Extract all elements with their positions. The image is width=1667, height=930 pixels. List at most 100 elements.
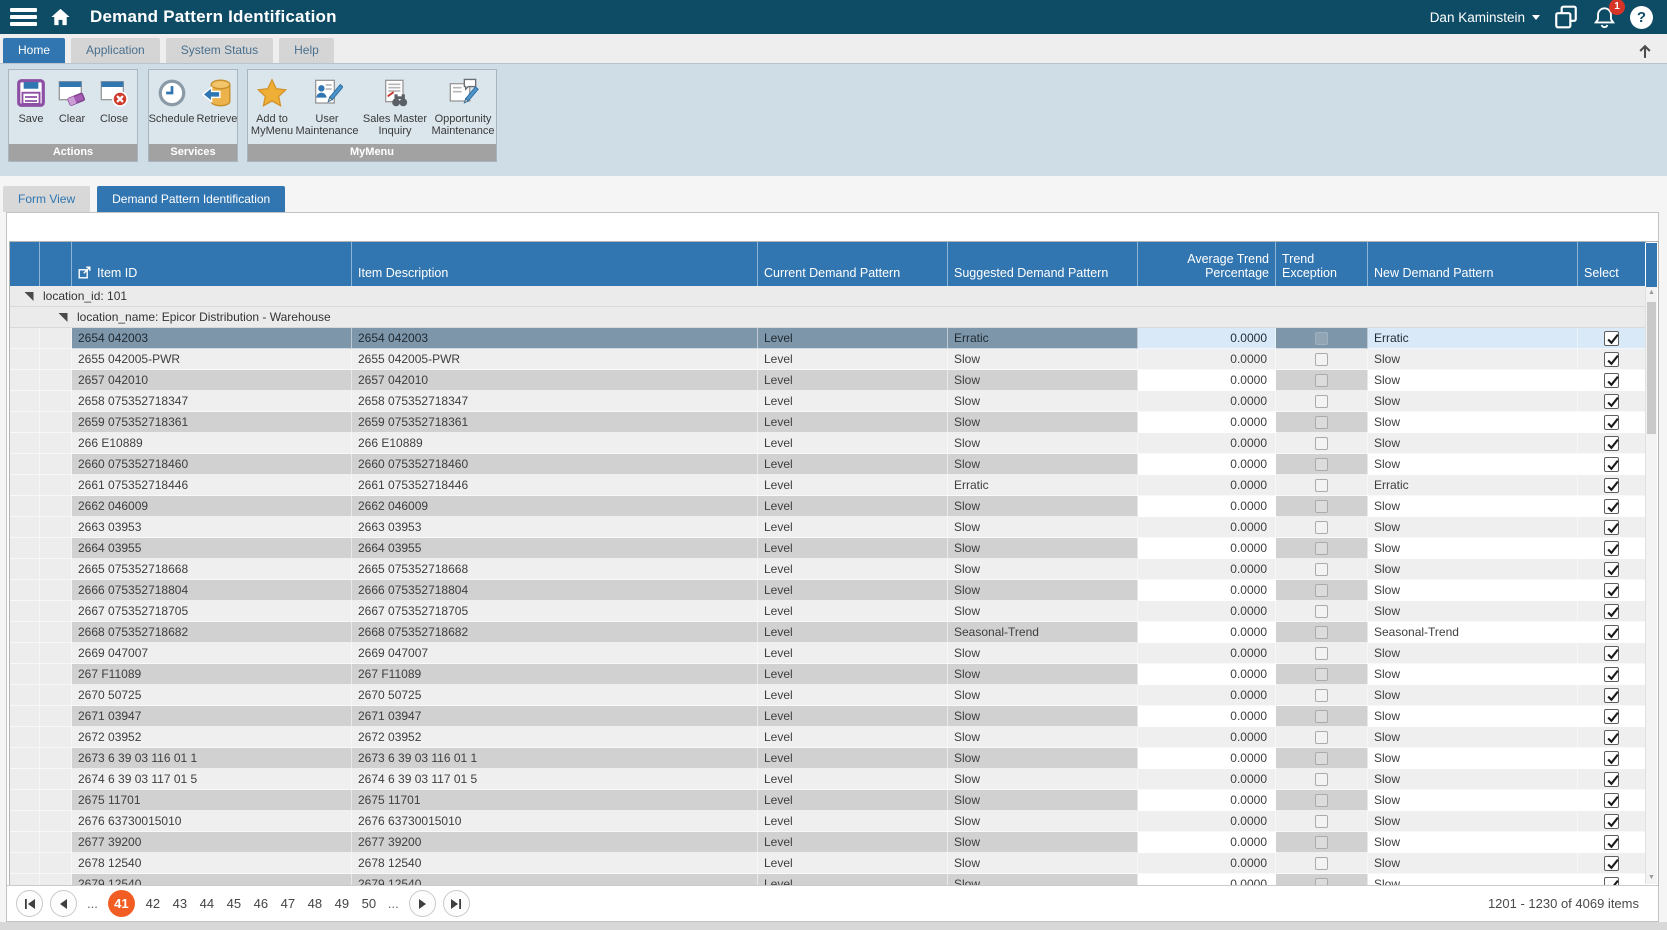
select-checkbox[interactable] (1604, 667, 1619, 682)
cell-new-demand-pattern[interactable]: Slow (1368, 832, 1578, 853)
cell-current-demand-pattern[interactable]: Level (758, 769, 948, 790)
cell-item-id[interactable]: 2670 50725 (72, 685, 352, 706)
cell-average-trend-percentage[interactable]: 0.0000 (1138, 727, 1276, 748)
cell-suggested-demand-pattern[interactable]: Slow (948, 517, 1138, 538)
grid-row[interactable]: 2655 042005-PWR 2655 042005-PWR Level Sl… (10, 349, 1646, 370)
cell-new-demand-pattern[interactable]: Slow (1368, 412, 1578, 433)
grid-row[interactable]: 2678 12540 2678 12540 Level Slow 0.0000 … (10, 853, 1646, 874)
select-checkbox[interactable] (1604, 751, 1619, 766)
grid-row[interactable]: 2666 075352718804 2666 075352718804 Leve… (10, 580, 1646, 601)
cell-item-description[interactable]: 2662 046009 (352, 496, 758, 517)
grid-row[interactable]: 2661 075352718446 2661 075352718446 Leve… (10, 475, 1646, 496)
cell-average-trend-percentage[interactable]: 0.0000 (1138, 391, 1276, 412)
cell-average-trend-percentage[interactable]: 0.0000 (1138, 328, 1276, 349)
cell-item-id[interactable]: 2657 042010 (72, 370, 352, 391)
cell-current-demand-pattern[interactable]: Level (758, 811, 948, 832)
cell-item-description[interactable]: 267 F11089 (352, 664, 758, 685)
grid-row[interactable]: 2669 047007 2669 047007 Level Slow 0.000… (10, 643, 1646, 664)
cell-item-description[interactable]: 2677 39200 (352, 832, 758, 853)
cell-suggested-demand-pattern[interactable]: Slow (948, 643, 1138, 664)
cell-average-trend-percentage[interactable]: 0.0000 (1138, 370, 1276, 391)
col-average-trend-percentage[interactable]: Average Trend Percentage (1138, 242, 1276, 286)
select-checkbox[interactable] (1604, 436, 1619, 451)
grid-row[interactable]: 266 E10889 266 E10889 Level Slow 0.0000 … (10, 433, 1646, 454)
grid-row[interactable]: 2677 39200 2677 39200 Level Slow 0.0000 … (10, 832, 1646, 853)
cell-new-demand-pattern[interactable]: Slow (1368, 559, 1578, 580)
cell-item-description[interactable]: 2658 075352718347 (352, 391, 758, 412)
cell-average-trend-percentage[interactable]: 0.0000 (1138, 475, 1276, 496)
user-menu[interactable]: Dan Kaminstein (1430, 10, 1540, 25)
cell-average-trend-percentage[interactable]: 0.0000 (1138, 538, 1276, 559)
cell-average-trend-percentage[interactable]: 0.0000 (1138, 580, 1276, 601)
cell-new-demand-pattern[interactable]: Slow (1368, 538, 1578, 559)
cell-suggested-demand-pattern[interactable]: Slow (948, 706, 1138, 727)
select-checkbox[interactable] (1604, 415, 1619, 430)
cell-current-demand-pattern[interactable]: Level (758, 517, 948, 538)
retrieve-button[interactable]: Retrieve (195, 73, 238, 125)
cell-suggested-demand-pattern[interactable]: Slow (948, 370, 1138, 391)
pager-page[interactable]: 43 (171, 890, 189, 917)
trend-exception-checkbox[interactable] (1315, 332, 1328, 345)
cell-current-demand-pattern[interactable]: Level (758, 832, 948, 853)
notifications-button[interactable]: 1 (1592, 5, 1617, 30)
cell-suggested-demand-pattern[interactable]: Erratic (948, 475, 1138, 496)
grid-row[interactable]: 2659 075352718361 2659 075352718361 Leve… (10, 412, 1646, 433)
cell-average-trend-percentage[interactable]: 0.0000 (1138, 748, 1276, 769)
save-button[interactable]: Save (11, 73, 51, 125)
menu-icon[interactable] (10, 5, 37, 30)
pager-page[interactable]: 45 (225, 890, 243, 917)
cell-item-id[interactable]: 2664 03955 (72, 538, 352, 559)
cell-new-demand-pattern[interactable]: Slow (1368, 706, 1578, 727)
cell-item-description[interactable]: 266 E10889 (352, 433, 758, 454)
trend-exception-checkbox[interactable] (1315, 668, 1328, 681)
help-button[interactable]: ? (1630, 6, 1653, 29)
cell-current-demand-pattern[interactable]: Level (758, 412, 948, 433)
pager-page[interactable]: 42 (144, 890, 162, 917)
cell-item-description[interactable]: 2664 03955 (352, 538, 758, 559)
user-maintenance-button[interactable]: User Maintenance (295, 73, 359, 137)
cell-new-demand-pattern[interactable]: Slow (1368, 433, 1578, 454)
trend-exception-checkbox[interactable] (1315, 689, 1328, 702)
cell-suggested-demand-pattern[interactable]: Erratic (948, 328, 1138, 349)
cell-item-description[interactable]: 2675 11701 (352, 790, 758, 811)
cell-new-demand-pattern[interactable]: Erratic (1368, 475, 1578, 496)
cell-suggested-demand-pattern[interactable]: Slow (948, 727, 1138, 748)
cell-suggested-demand-pattern[interactable]: Slow (948, 412, 1138, 433)
grid-row[interactable]: 2667 075352718705 2667 075352718705 Leve… (10, 601, 1646, 622)
cell-new-demand-pattern[interactable]: Seasonal-Trend (1368, 622, 1578, 643)
cell-average-trend-percentage[interactable]: 0.0000 (1138, 559, 1276, 580)
cell-current-demand-pattern[interactable]: Level (758, 475, 948, 496)
select-checkbox[interactable] (1604, 604, 1619, 619)
pager-page[interactable]: 46 (252, 890, 270, 917)
cell-new-demand-pattern[interactable]: Slow (1368, 643, 1578, 664)
cell-item-description[interactable]: 2654 042003 (352, 328, 758, 349)
cell-current-demand-pattern[interactable]: Level (758, 727, 948, 748)
cell-item-id[interactable]: 2666 075352718804 (72, 580, 352, 601)
vertical-scrollbar[interactable]: ▲ ▼ (1645, 287, 1657, 884)
cell-item-description[interactable]: 2672 03952 (352, 727, 758, 748)
tab-help[interactable]: Help (279, 38, 334, 63)
add-to-mymenu-button[interactable]: Add to MyMenu (249, 73, 295, 137)
trend-exception-checkbox[interactable] (1315, 626, 1328, 639)
trend-exception-checkbox[interactable] (1315, 353, 1328, 366)
cell-current-demand-pattern[interactable]: Level (758, 496, 948, 517)
collapse-group-icon[interactable] (58, 311, 68, 322)
cell-average-trend-percentage[interactable]: 0.0000 (1138, 706, 1276, 727)
select-checkbox[interactable] (1604, 520, 1619, 535)
pager-page[interactable]: 44 (198, 890, 216, 917)
cell-average-trend-percentage[interactable]: 0.0000 (1138, 832, 1276, 853)
select-checkbox[interactable] (1604, 541, 1619, 556)
select-checkbox[interactable] (1604, 646, 1619, 661)
cell-item-description[interactable]: 2665 075352718668 (352, 559, 758, 580)
collapse-group-icon[interactable] (24, 290, 34, 301)
group-row-location-id[interactable]: location_id: 101 (10, 286, 1646, 307)
pager-page[interactable]: 49 (333, 890, 351, 917)
cell-new-demand-pattern[interactable]: Slow (1368, 391, 1578, 412)
trend-exception-checkbox[interactable] (1315, 731, 1328, 744)
scrollbar-thumb[interactable] (1647, 302, 1656, 434)
select-checkbox[interactable] (1604, 688, 1619, 703)
scroll-up-icon[interactable]: ▲ (1646, 287, 1657, 299)
grid-row[interactable]: 2657 042010 2657 042010 Level Slow 0.000… (10, 370, 1646, 391)
cell-new-demand-pattern[interactable]: Slow (1368, 727, 1578, 748)
select-checkbox[interactable] (1604, 583, 1619, 598)
